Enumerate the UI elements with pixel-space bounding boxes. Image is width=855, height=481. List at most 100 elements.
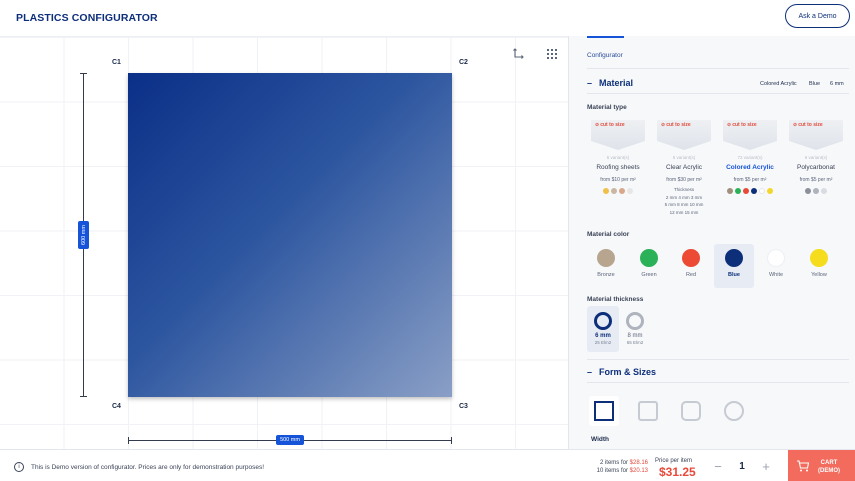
color-swatch [597, 249, 615, 267]
material-thumbnail: cut to size [789, 120, 843, 150]
color-dot [821, 188, 827, 194]
color-option-blue[interactable]: Blue [714, 244, 754, 288]
color-name: Bronze [597, 272, 615, 278]
price-per-item: $31.25 [659, 465, 696, 479]
color-dot [805, 188, 811, 194]
circle-icon[interactable] [719, 396, 749, 426]
color-dot [603, 188, 609, 194]
ask-demo-button[interactable]: Ask a Demo [785, 4, 850, 28]
material-name: Roofing sheets [596, 164, 640, 171]
thickness-list: Thickness 2 mm 4 mm 3 mm 5 mm 8 mm 10 mm… [653, 186, 715, 216]
material-section-toggle[interactable]: – Material [587, 78, 633, 88]
price-per-item-label: Price per item [655, 458, 693, 464]
price-tier-2: 10 items for $20.13 [588, 468, 648, 474]
thickness-weight: 65 Elm2 [626, 340, 644, 345]
divider [587, 382, 849, 383]
cart-label-line: CART [820, 460, 838, 466]
material-name: Clear Acrylic [665, 164, 703, 171]
color-dots [785, 188, 847, 194]
color-dots [587, 188, 649, 194]
thickness-option-8mm[interactable]: 8 mm 65 Elm2 [619, 306, 651, 352]
cut-to-size-badge: cut to size [793, 122, 822, 128]
variant-count: 6 variant(s) [804, 155, 828, 160]
cart-label-line: (DEMO) [818, 468, 840, 474]
configurator-panel: Configurator – Material Colored Acrylic B… [568, 36, 855, 449]
corner-label-c4: C4 [112, 403, 121, 410]
grid-icon[interactable] [545, 47, 559, 61]
material-preview-shape[interactable] [128, 73, 452, 397]
cart-button[interactable]: CART (DEMO) [788, 450, 855, 481]
decrease-quantity-button[interactable]: − [710, 458, 726, 474]
color-dot [611, 188, 617, 194]
divider [587, 68, 849, 69]
material-price: from $10 per m² [600, 177, 636, 183]
material-thickness-label: Material thickness [587, 296, 644, 303]
material-card-clear-acrylic[interactable]: cut to size 6 variant(s) Clear Acrylic f… [653, 120, 715, 216]
material-color-label: Material color [587, 231, 630, 238]
breadcrumb[interactable]: Configurator [587, 52, 623, 59]
cut-to-size-badge: cut to size [661, 122, 690, 128]
color-option-white[interactable]: White [756, 244, 796, 288]
thickness-row: 12 mm 15 mm [669, 209, 699, 215]
color-name: Blue [728, 272, 740, 278]
cut-to-size-badge: cut to size [595, 122, 624, 128]
material-price: from $5 per m² [733, 177, 767, 183]
color-name: Red [685, 272, 697, 278]
thickness-option-6mm[interactable]: 6 mm 25 Elm2 [587, 306, 619, 352]
color-dot [727, 188, 733, 194]
corner-label-c3: C3 [459, 403, 468, 410]
quantity-value[interactable]: 1 [732, 461, 752, 472]
color-swatch [682, 249, 700, 267]
color-swatch [810, 249, 828, 267]
collapse-icon: – [587, 367, 593, 377]
material-type-label: Material type [587, 104, 627, 111]
design-canvas[interactable]: C1 C2 C3 C4 600 mm 500 mm [0, 36, 568, 449]
shape-outline [594, 401, 614, 421]
material-thumbnail: cut to size [657, 120, 711, 150]
variant-count: 6 variant(s) [606, 155, 630, 160]
color-option-yellow[interactable]: Yellow [799, 244, 839, 288]
square-icon[interactable] [589, 396, 619, 426]
width-dimension-label[interactable]: 500 mm [276, 435, 304, 445]
tier-text: 2 items for [599, 460, 630, 466]
shape-outline [724, 401, 744, 421]
tier-text: 10 items for [596, 468, 630, 474]
color-swatch [767, 249, 785, 267]
material-price: from $30 per m² [666, 177, 702, 183]
color-swatch [725, 249, 743, 267]
form-section-title: Form & Sizes [599, 367, 657, 377]
material-section-title: Material [599, 78, 634, 88]
summary-type: Colored Acrylic [760, 81, 797, 87]
tier-price: $20.13 [629, 468, 648, 474]
increase-quantity-button[interactable]: + [758, 458, 774, 474]
color-option-red[interactable]: Red [671, 244, 711, 288]
color-option-green[interactable]: Green [629, 244, 669, 288]
color-dot [619, 188, 625, 194]
collapse-icon: – [587, 78, 593, 88]
corner-label-c2: C2 [459, 59, 468, 66]
cart-label: CART (DEMO) [818, 459, 840, 475]
summary-color: Blue [809, 81, 821, 87]
divider [587, 359, 849, 360]
material-card-polycarbonat[interactable]: cut to size 6 variant(s) Polycarbonat fr… [785, 120, 847, 194]
thickness-weight: 25 Elm2 [594, 340, 612, 345]
demo-notice: This is Demo version of configurator. Pr… [31, 464, 265, 471]
material-card-roofing[interactable]: cut to size 6 variant(s) Roofing sheets … [587, 120, 649, 194]
color-dots [719, 188, 781, 194]
cart-icon [797, 460, 810, 472]
color-dot [735, 188, 741, 194]
color-name: White [768, 272, 784, 278]
height-dimension-label[interactable]: 600 mm [78, 221, 89, 249]
rounded-square-icon[interactable] [633, 396, 663, 426]
shape-outline [638, 401, 658, 421]
thickness-row: 5 mm 8 mm 10 mm [664, 202, 704, 207]
material-thumbnail: cut to size [591, 120, 645, 150]
rounded-rect-icon[interactable] [676, 396, 706, 426]
rotate-icon[interactable] [512, 47, 526, 61]
color-option-bronze[interactable]: Bronze [586, 244, 626, 288]
thickness-value: 6 mm [595, 333, 611, 339]
form-section-toggle[interactable]: – Form & Sizes [587, 367, 656, 377]
info-icon: i [14, 462, 24, 472]
material-card-colored-acrylic[interactable]: cut to size 72 variant(s) Colored Acryli… [719, 120, 781, 194]
thickness-title: Thickness [673, 187, 695, 192]
